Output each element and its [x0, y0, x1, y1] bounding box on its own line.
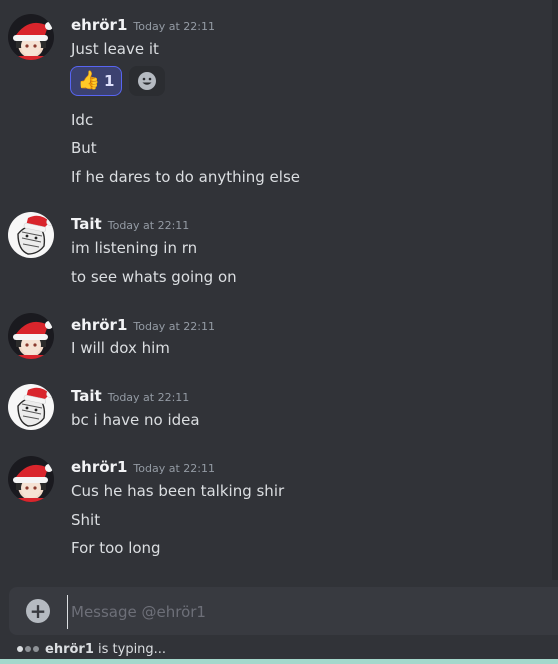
username[interactable]: ehrör1 — [71, 16, 127, 34]
message-list: ehrör1 Today at 22:11 Just leave it 👍 1 I… — [0, 0, 552, 580]
avatar[interactable] — [8, 14, 54, 60]
avatar-santa-sketch-icon — [8, 212, 54, 258]
message-header: Tait Today at 22:11 — [71, 214, 189, 234]
avatar[interactable] — [8, 456, 54, 502]
message-header: ehrör1 Today at 22:11 — [71, 15, 215, 35]
typing-dots-icon — [17, 646, 39, 652]
message-text: Just leave it — [71, 40, 159, 58]
avatar[interactable] — [8, 313, 54, 359]
message-text: Cus he has been talking shir — [71, 482, 285, 500]
typing-username: ehrör1 — [45, 641, 94, 657]
message-text: But — [71, 139, 97, 157]
avatar[interactable] — [8, 212, 54, 258]
timestamp[interactable]: Today at 22:11 — [133, 462, 215, 475]
avatar-santa-girl-icon — [8, 313, 54, 359]
message-header: Tait Today at 22:11 — [71, 386, 189, 406]
accent-bar — [0, 659, 558, 664]
typing-indicator: ehrör1 is typing... — [17, 640, 166, 658]
message-header: ehrör1 Today at 22:11 — [71, 315, 215, 335]
typing-text: is typing... — [93, 641, 167, 657]
timestamp[interactable]: Today at 22:11 — [133, 320, 215, 333]
message-composer: + — [9, 587, 558, 635]
reaction-thumbs-up[interactable]: 👍 1 — [70, 66, 122, 96]
timestamp[interactable]: Today at 22:11 — [108, 391, 190, 404]
message-text: I will dox him — [71, 339, 170, 357]
message-text: bc i have no idea — [71, 411, 200, 429]
smiley-icon — [138, 72, 156, 90]
message-text: Idc — [71, 111, 94, 129]
message-text: If he dares to do anything else — [71, 168, 300, 186]
message-group: ehrör1 Today at 22:11 Just leave it 👍 1 I… — [0, 0, 552, 200]
username[interactable]: Tait — [71, 215, 102, 233]
username[interactable]: ehrör1 — [71, 316, 127, 334]
username[interactable]: Tait — [71, 387, 102, 405]
message-text: For too long — [71, 539, 161, 557]
timestamp[interactable]: Today at 22:11 — [133, 20, 215, 33]
plus-icon: + — [29, 599, 47, 623]
reaction-emoji: 👍 — [77, 70, 100, 91]
message-header: ehrör1 Today at 22:11 — [71, 457, 215, 477]
add-reaction-button[interactable] — [129, 66, 165, 96]
message-text: im listening in rn — [71, 239, 198, 257]
avatar-santa-girl-icon — [8, 14, 54, 60]
message-input[interactable] — [67, 595, 543, 629]
message-text: to see whats going on — [71, 268, 237, 286]
reaction-count: 1 — [103, 72, 115, 90]
avatar-santa-sketch-icon — [8, 384, 54, 430]
avatar-santa-girl-icon — [8, 456, 54, 502]
attach-plus-button[interactable]: + — [26, 599, 50, 623]
avatar[interactable] — [8, 384, 54, 430]
username[interactable]: ehrör1 — [71, 458, 127, 476]
timestamp[interactable]: Today at 22:11 — [108, 219, 190, 232]
scrollbar-track[interactable] — [552, 0, 558, 580]
message-text: Shit — [71, 511, 101, 529]
